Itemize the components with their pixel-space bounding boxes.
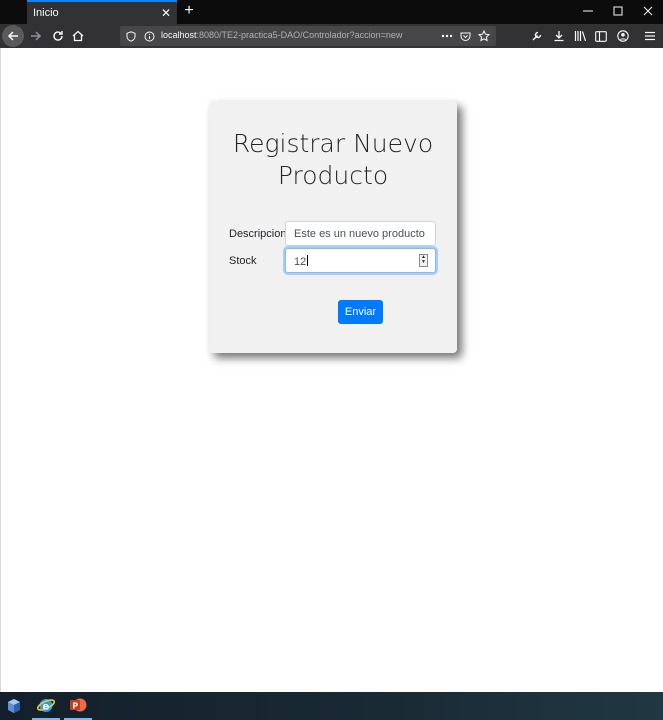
download-icon[interactable]: [551, 28, 567, 44]
tab-title: Inicio: [33, 7, 59, 19]
navigation-bar: localhost:8080/TE2-practica5-DAO/Control…: [0, 24, 663, 48]
tab-bar: Inicio ✕ +: [0, 0, 663, 24]
stock-label: Stock: [229, 255, 257, 267]
close-window-icon[interactable]: [633, 0, 663, 24]
url-path: :8080/TE2-practica5-DAO/Controlador?acci…: [196, 30, 403, 40]
info-icon[interactable]: [142, 29, 156, 43]
new-tab-icon[interactable]: +: [180, 2, 198, 20]
address-bar[interactable]: localhost:8080/TE2-practica5-DAO/Control…: [120, 26, 496, 46]
description-input[interactable]: Este es un nuevo producto: [285, 221, 436, 246]
taskbar: e P: [0, 692, 663, 720]
back-arrow-icon: [7, 31, 18, 41]
stock-value: 12: [294, 256, 307, 268]
wrench-icon[interactable]: [529, 28, 545, 44]
url-text: localhost:8080/TE2-practica5-DAO/Control…: [161, 30, 402, 40]
browser-tab[interactable]: Inicio ✕: [27, 0, 177, 24]
page-actions-icon[interactable]: [440, 29, 454, 43]
reload-icon: [53, 31, 63, 41]
maximize-icon[interactable]: [603, 0, 633, 24]
library-icon[interactable]: [572, 28, 588, 44]
sidebar-icon[interactable]: [593, 28, 609, 44]
svg-text:e: e: [43, 702, 50, 713]
number-spinner[interactable]: ▲ ▼: [419, 254, 428, 267]
pocket-icon[interactable]: [458, 29, 472, 43]
account-icon[interactable]: [615, 28, 631, 44]
description-label: Descripcion: [229, 228, 287, 240]
text-cursor: [307, 255, 309, 266]
reload-button[interactable]: [48, 26, 68, 46]
page-title: Registrar Nuevo Producto: [232, 129, 434, 190]
internet-explorer-icon[interactable]: e: [32, 692, 60, 720]
back-button[interactable]: [2, 25, 24, 47]
description-value: Este es un nuevo producto: [294, 228, 425, 240]
svg-text:P: P: [72, 702, 78, 711]
submit-button[interactable]: Enviar: [338, 300, 383, 324]
powerpoint-icon[interactable]: P: [64, 692, 92, 720]
close-tab-icon[interactable]: ✕: [159, 6, 173, 20]
page-content: Registrar Nuevo Producto Descripcion Est…: [0, 48, 663, 692]
bookmark-star-icon[interactable]: [477, 29, 491, 43]
home-button[interactable]: [68, 26, 88, 46]
forward-button[interactable]: [26, 26, 46, 46]
menu-icon[interactable]: [642, 28, 658, 44]
shield-icon[interactable]: [124, 29, 138, 43]
minimize-icon[interactable]: [573, 0, 603, 24]
app-icon[interactable]: [0, 692, 28, 720]
forward-arrow-icon: [31, 31, 42, 41]
product-form-card: Registrar Nuevo Producto Descripcion Est…: [209, 101, 457, 353]
stock-input[interactable]: 12 ▲ ▼: [285, 248, 436, 273]
home-icon: [72, 30, 84, 42]
url-host: localhost: [161, 30, 197, 40]
